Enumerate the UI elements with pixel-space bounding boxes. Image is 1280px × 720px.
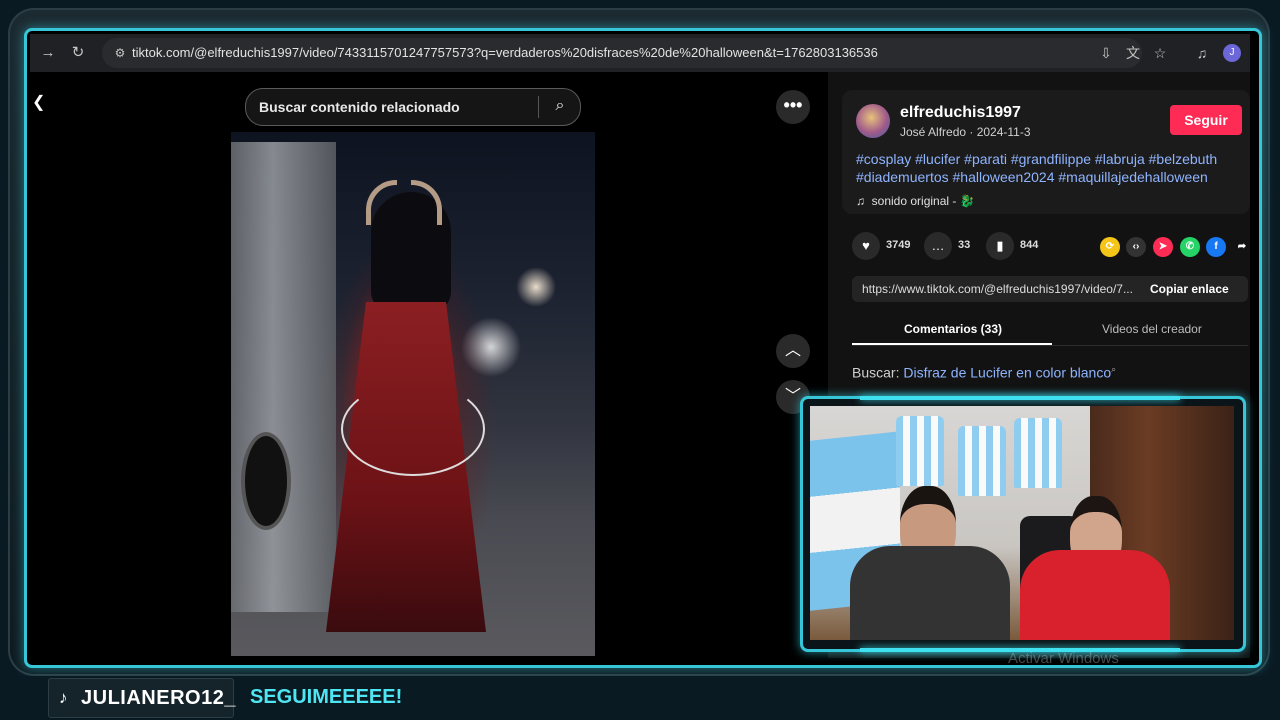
- profile-avatar[interactable]: J: [1223, 44, 1241, 62]
- author-username[interactable]: elfreduchis1997: [900, 104, 1021, 122]
- whatsapp-icon[interactable]: ✆: [1180, 237, 1200, 257]
- streamer-man: [830, 486, 1010, 640]
- man-body-graphic: [850, 546, 1010, 640]
- url-text: tiktok.com/@elfreduchis1997/video/743311…: [132, 45, 878, 60]
- search-prefix: Buscar:: [852, 364, 900, 381]
- horn-right-graphic: [411, 180, 442, 225]
- woman-body-graphic: [1020, 550, 1170, 640]
- horn-left-graphic: [366, 180, 397, 225]
- follow-button[interactable]: Seguir: [1170, 105, 1242, 135]
- streamer-handle: JULIANERO12_: [81, 687, 236, 709]
- sound-text: sonido original - 🐉: [871, 194, 975, 208]
- bookmark-star-icon[interactable]: ☆: [1150, 43, 1170, 63]
- tab-divider: [852, 345, 1248, 346]
- video-player[interactable]: [231, 132, 595, 656]
- post-info-card: elfreduchis1997 José Alfredo · 2024-11-3…: [842, 90, 1250, 214]
- search-divider: [538, 96, 539, 118]
- facebook-icon[interactable]: f: [1206, 237, 1226, 257]
- previous-video-button[interactable]: ︿: [776, 334, 810, 368]
- call-to-action-text: SEGUIMEEEEE!: [250, 686, 403, 708]
- copy-link-box: https://www.tiktok.com/@elfreduchis1997/…: [852, 276, 1248, 302]
- author-subtitle: José Alfredo · 2024-11-3: [900, 125, 1031, 139]
- windows-activation-watermark: Activar Windows: [1008, 650, 1119, 667]
- embed-icon[interactable]: ‹›: [1126, 237, 1146, 257]
- copy-link-button[interactable]: Copiar enlace: [1150, 282, 1229, 296]
- webcam-overlay: [800, 396, 1246, 652]
- search-small-icon: ⌕: [1111, 364, 1117, 374]
- truck-graphic: [231, 142, 336, 612]
- comment-count: 33: [958, 239, 971, 251]
- heart-icon[interactable]: ♥: [852, 232, 880, 260]
- related-search-box[interactable]: Buscar contenido relacionado ⌕: [245, 88, 581, 126]
- share-arrow-icon[interactable]: ➦: [1232, 237, 1250, 257]
- rope-graphic: [341, 382, 485, 476]
- tab-comments[interactable]: Comentarios (33): [904, 322, 1002, 336]
- forward-icon[interactable]: →: [38, 43, 58, 63]
- tiktok-logo-icon: ♪: [59, 688, 68, 707]
- send-icon[interactable]: ➤: [1153, 237, 1173, 257]
- post-hashtags[interactable]: #cosplay #lucifer #parati #grandfilippe …: [856, 150, 1246, 186]
- tab-creator-videos[interactable]: Videos del creador: [1102, 322, 1202, 336]
- save-count: 844: [1020, 239, 1039, 251]
- webcam-top-glow: [860, 396, 1180, 400]
- site-info-icon[interactable]: ⚙: [112, 45, 128, 61]
- jersey-graphic: [896, 416, 944, 486]
- wheel-graphic: [241, 432, 291, 530]
- video-stage: ❮ Buscar contenido relacionado ⌕ ••• ︿ ﹀: [30, 72, 828, 658]
- address-bar[interactable]: ⚙ tiktok.com/@elfreduchis1997/video/7433…: [102, 38, 1142, 68]
- comment-search-suggestion[interactable]: Buscar: Disfraz de Lucifer en color blan…: [852, 364, 1116, 381]
- author-avatar[interactable]: [856, 104, 890, 138]
- music-note-icon: ♫: [856, 194, 865, 208]
- video-link-text[interactable]: https://www.tiktok.com/@elfreduchis1997/…: [862, 282, 1144, 296]
- webcam-feed: [810, 406, 1234, 640]
- related-search-placeholder: Buscar contenido relacionado: [259, 99, 460, 115]
- comment-icon[interactable]: …: [924, 232, 952, 260]
- more-options-button[interactable]: •••: [776, 90, 810, 124]
- jersey-graphic: [1014, 418, 1062, 488]
- browser-toolbar: → ↻ ⚙ tiktok.com/@elfreduchis1997/video/…: [30, 34, 1250, 73]
- bookmark-icon[interactable]: ▮: [986, 232, 1014, 260]
- streamer-handle-badge: ♪ JULIANERO12_: [48, 678, 236, 718]
- like-count: 3749: [886, 239, 911, 251]
- sound-label[interactable]: ♫ sonido original - 🐉: [856, 194, 975, 208]
- install-app-icon[interactable]: ⇩: [1096, 43, 1116, 63]
- back-arrow-icon[interactable]: ❮: [32, 92, 45, 112]
- action-bar: ♥ 3749 … 33 ▮ 844 ⟳ ‹› ➤ ✆ f ➦: [842, 232, 1246, 262]
- translate-icon[interactable]: 文: [1123, 43, 1143, 63]
- reload-icon[interactable]: ↻: [68, 43, 88, 63]
- search-suggestion-link[interactable]: Disfraz de Lucifer en color blanco: [903, 365, 1111, 381]
- streamer-woman: [1020, 496, 1170, 640]
- media-controls-icon[interactable]: ♫: [1192, 43, 1212, 63]
- search-icon[interactable]: ⌕: [549, 95, 571, 117]
- repost-icon[interactable]: ⟳: [1100, 237, 1120, 257]
